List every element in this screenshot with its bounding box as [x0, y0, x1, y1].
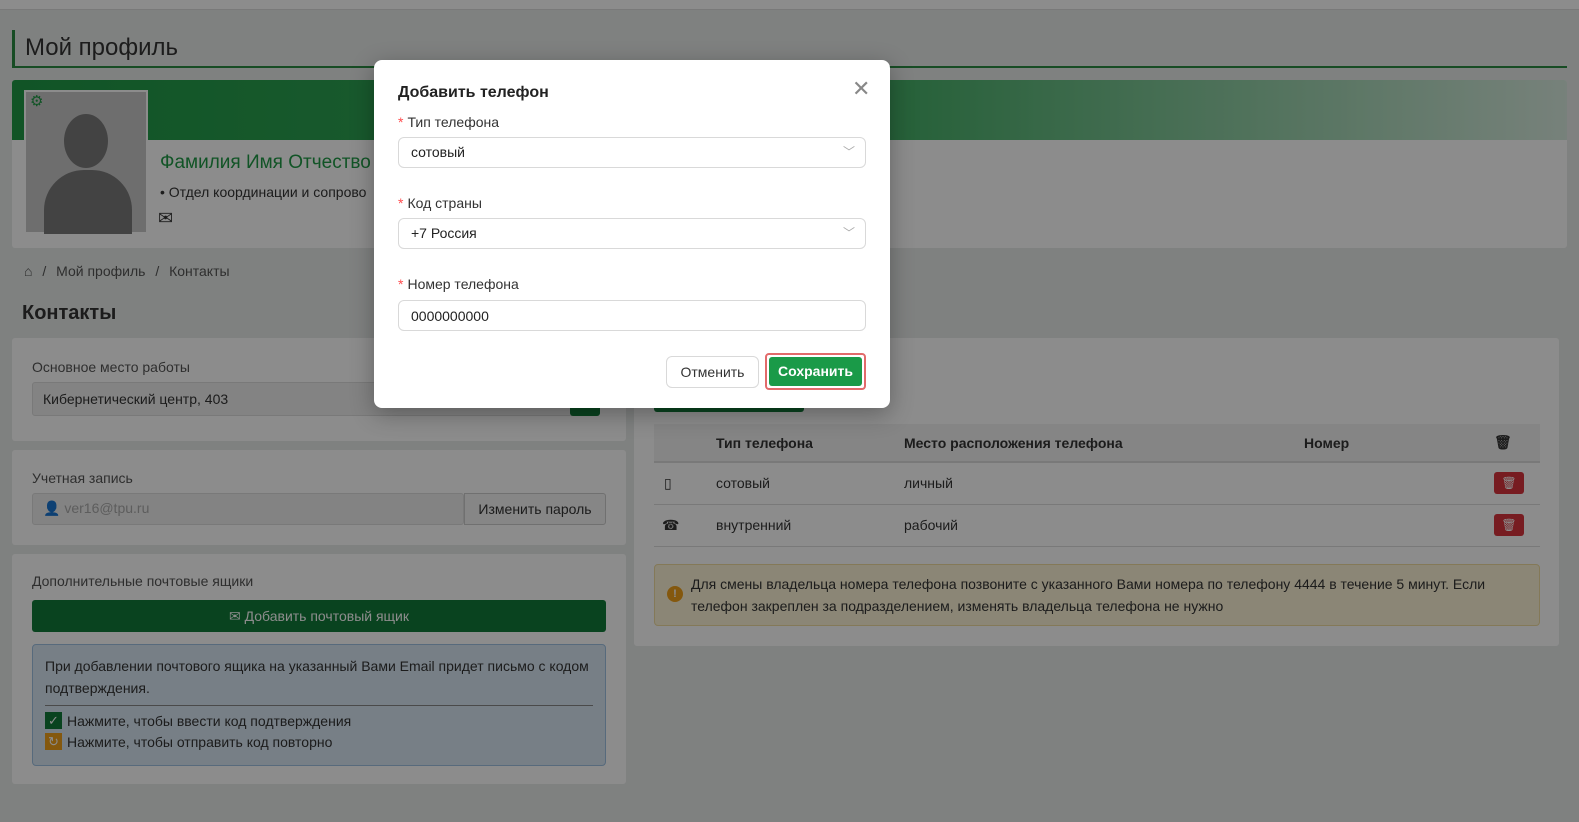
phone-number-label-text: Номер телефона	[407, 276, 519, 292]
required-marker: *	[398, 276, 404, 292]
chevron-down-icon: ﹀	[842, 226, 855, 240]
phone-type-select[interactable]: сотовый ﹀	[398, 137, 866, 168]
add-phone-modal: Добавить телефон ✕ * Тип телефона сотовый…	[374, 60, 890, 408]
country-code-select[interactable]: +7 Россия ﹀	[398, 218, 866, 249]
modal-title: Добавить телефон	[398, 84, 549, 101]
phone-number-input[interactable]	[398, 300, 866, 331]
country-code-label: * Код страны	[398, 195, 482, 211]
phone-type-label: * Тип телефона	[398, 114, 499, 130]
save-button-highlight: Сохранить	[765, 353, 866, 390]
country-code-label-text: Код страны	[407, 195, 482, 211]
close-icon[interactable]: ✕	[852, 76, 870, 102]
required-marker: *	[398, 195, 404, 211]
phone-type-label-text: Тип телефона	[407, 114, 500, 130]
save-button[interactable]: Сохранить	[769, 357, 862, 386]
phone-number-label: * Номер телефона	[398, 276, 519, 292]
country-code-value: +7 Россия	[411, 225, 477, 241]
cancel-button[interactable]: Отменить	[666, 356, 759, 388]
required-marker: *	[398, 114, 404, 130]
phone-type-value: сотовый	[411, 144, 465, 160]
chevron-down-icon: ﹀	[842, 145, 855, 159]
